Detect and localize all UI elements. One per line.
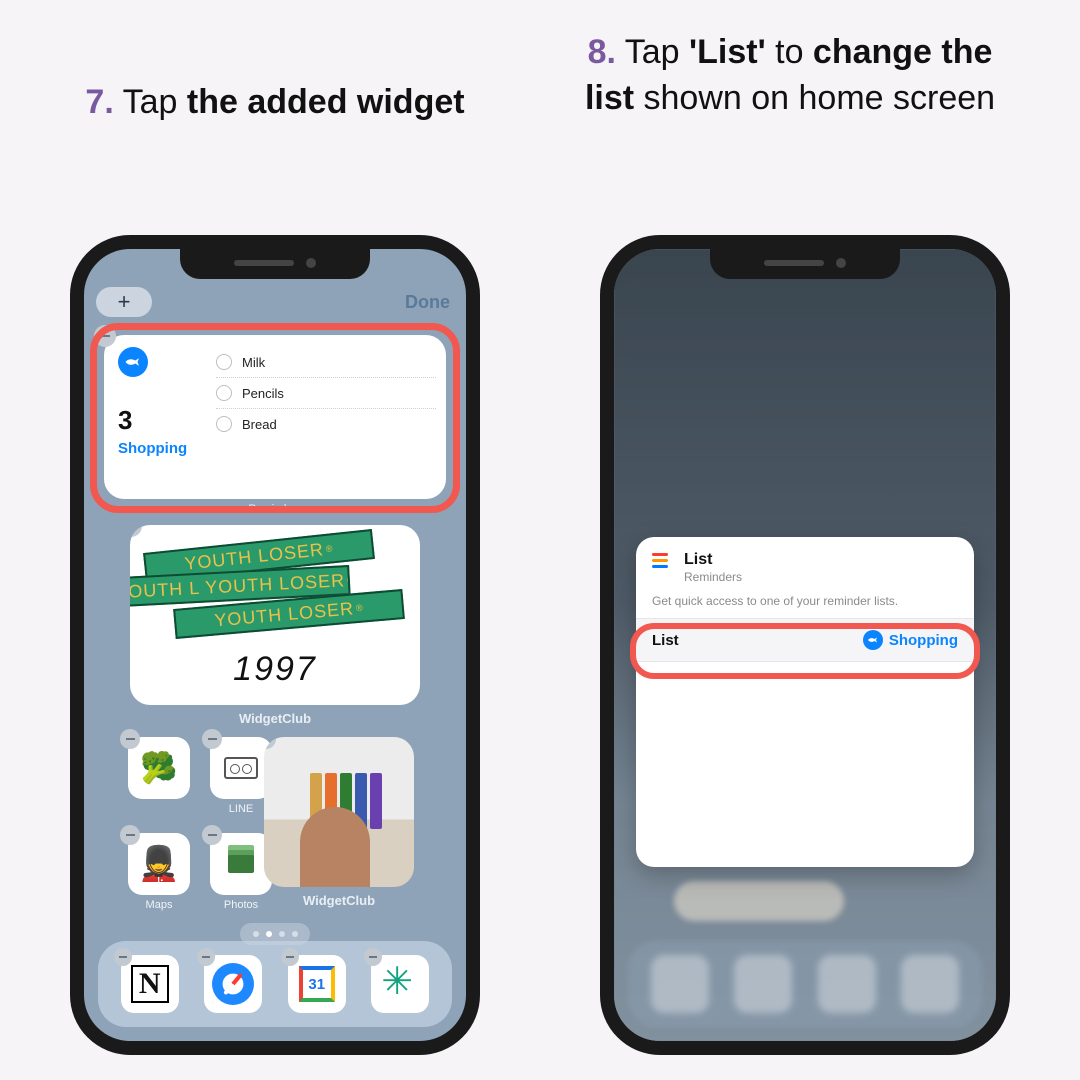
reminder-item[interactable]: Pencils (216, 378, 436, 409)
step-8-caption: 8. Tap 'List' to change the list shown o… (560, 30, 1020, 122)
row-value: Shopping (863, 630, 958, 650)
sheet-title: List (684, 551, 742, 569)
dock: N 31 (98, 941, 452, 1027)
step-number: 7. (85, 83, 113, 121)
remove-app-badge[interactable] (202, 729, 222, 749)
reminders-app-icon (652, 553, 674, 568)
reminders-items: Milk Pencils Bread (216, 347, 436, 439)
app-icon-maps[interactable]: 💂 Maps (128, 833, 190, 895)
app-icon-line[interactable]: LINE (210, 737, 272, 799)
reminder-item[interactable]: Bread (216, 409, 436, 439)
remove-app-badge[interactable] (197, 948, 215, 966)
reminders-widget[interactable]: 3 Shopping Milk Pencils Bread (104, 335, 446, 499)
phone-notch (710, 247, 900, 279)
safari-icon (212, 963, 254, 1005)
remove-widget-badge[interactable] (94, 325, 116, 347)
notion-icon: N (131, 965, 169, 1003)
reminder-item[interactable]: Milk (216, 347, 436, 378)
list-selector-row[interactable]: List Shopping (636, 618, 974, 662)
widgetclub-photo-label: WidgetClub (264, 893, 414, 908)
remove-app-badge[interactable] (281, 948, 299, 966)
widgetclub-widget-label: WidgetClub (84, 711, 466, 726)
step-7-caption: 7. Tap the added widget (60, 80, 490, 126)
checkbox-icon[interactable] (216, 354, 232, 370)
sheet-description: Get quick access to one of your reminder… (636, 590, 974, 618)
remove-app-badge[interactable] (202, 825, 222, 845)
row-label: List (652, 632, 679, 649)
phone-notch (180, 247, 370, 279)
phone-left: + Done 3 Shopping Milk Pencils Bread Rem… (70, 235, 480, 1055)
sheet-header: List Reminders (636, 537, 974, 590)
year-text: 1997 (130, 650, 420, 689)
photo-stack-icon (228, 855, 254, 873)
dock-app-notion[interactable]: N (121, 955, 179, 1013)
google-calendar-icon: 31 (299, 966, 335, 1002)
remove-app-badge[interactable] (120, 825, 140, 845)
dock-app-google-calendar[interactable]: 31 (288, 955, 346, 1013)
remove-widget-badge[interactable] (264, 737, 276, 749)
youth-loser-graphic: YOUTH LOSER® YOUTH L YOUTH LOSER® YOUTH … (150, 541, 400, 633)
hand-graphic (300, 807, 370, 887)
shopping-list-icon (118, 347, 148, 377)
cassette-icon (224, 757, 258, 779)
step-number: 8. (588, 33, 616, 71)
widgetclub-widget[interactable]: YOUTH LOSER® YOUTH L YOUTH LOSER® YOUTH … (130, 525, 420, 705)
soldier-icon: 💂 (138, 844, 180, 884)
widget-settings-sheet[interactable]: List Reminders Get quick access to one o… (636, 537, 974, 867)
broccoli-icon: 🥦 (140, 751, 177, 786)
edit-mode-topbar: + Done (96, 287, 454, 317)
shopping-list-icon (863, 630, 883, 650)
checkbox-icon[interactable] (216, 416, 232, 432)
done-button[interactable]: Done (405, 292, 450, 313)
widgetclub-photo-widget[interactable] (264, 737, 414, 887)
remove-widget-badge[interactable] (130, 525, 142, 537)
checkbox-icon[interactable] (216, 385, 232, 401)
add-widget-button[interactable]: + (96, 287, 152, 317)
dock-app-safari[interactable] (204, 955, 262, 1013)
app-label: Maps (114, 899, 204, 911)
sheet-subtitle: Reminders (684, 570, 742, 584)
remove-app-badge[interactable] (114, 948, 132, 966)
blurred-widget-ghost (674, 881, 844, 921)
app-icon-photos[interactable]: Photos (210, 833, 272, 895)
remove-app-badge[interactable] (120, 729, 140, 749)
blurred-dock (628, 941, 982, 1027)
phone-right: List Reminders Get quick access to one o… (600, 235, 1010, 1055)
reminders-widget-label: Reminders (84, 503, 466, 515)
dock-app-chatgpt[interactable] (371, 955, 429, 1013)
chatgpt-icon (381, 965, 419, 1003)
reminders-list-name: Shopping (118, 440, 432, 457)
remove-app-badge[interactable] (364, 948, 382, 966)
app-icon-broccoli[interactable]: 🥦 (128, 737, 190, 799)
